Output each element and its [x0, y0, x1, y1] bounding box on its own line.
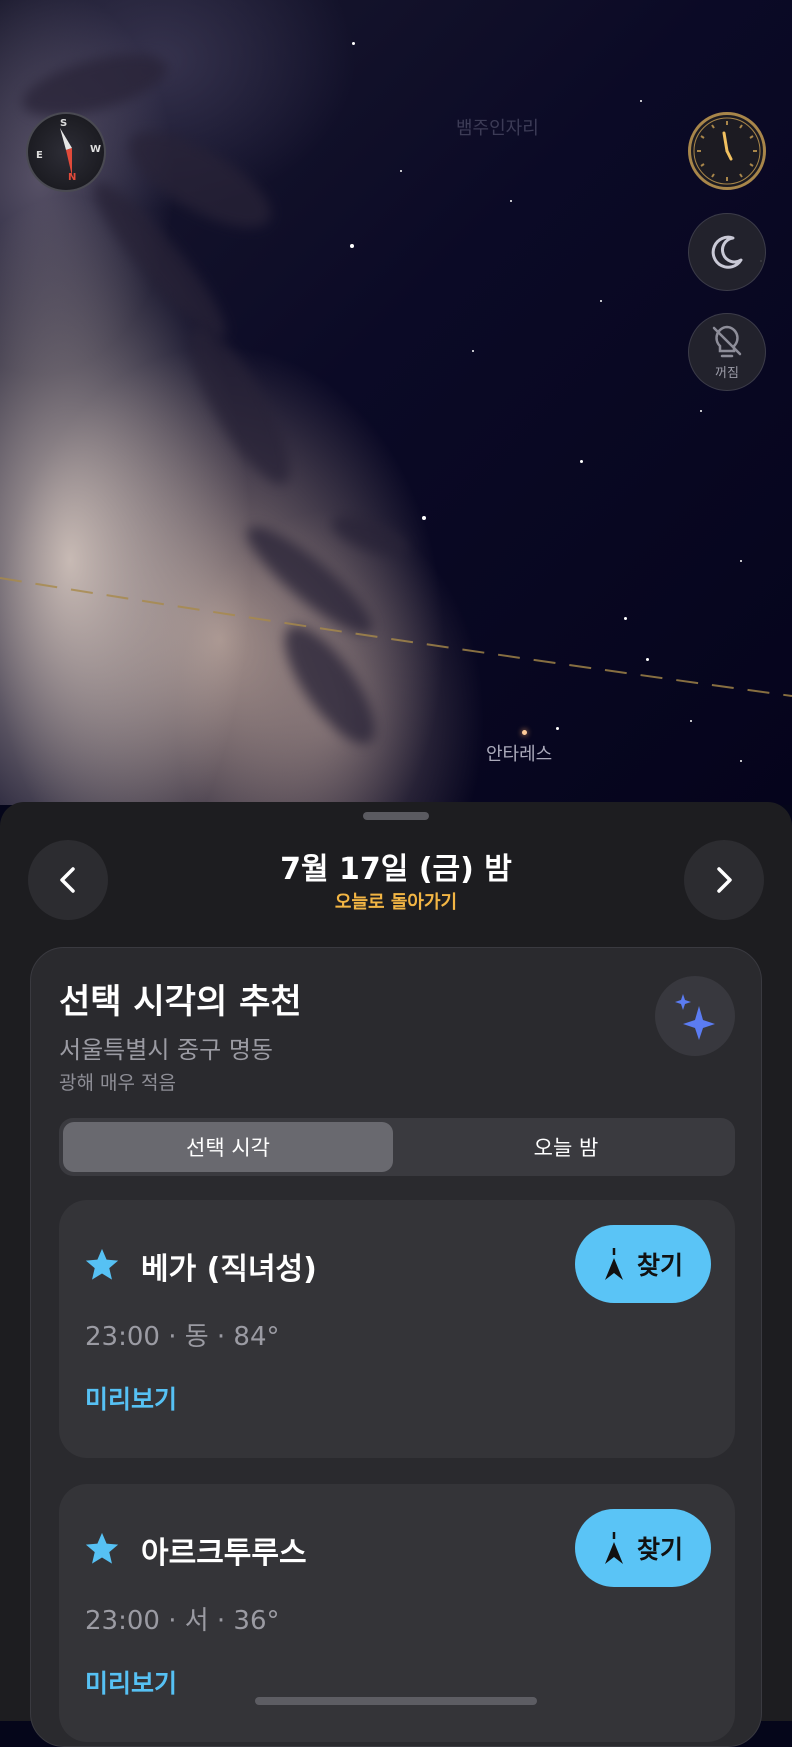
chevron-right-icon: [717, 867, 732, 893]
star-icon: [85, 1248, 119, 1280]
tab-selected-time[interactable]: 선택 시각: [63, 1122, 393, 1172]
star-label[interactable]: 안타레스: [486, 740, 552, 766]
home-indicator: [255, 1697, 537, 1705]
night-mode-button[interactable]: [688, 213, 766, 291]
star-name: 아르크투루스: [141, 1536, 307, 1571]
find-button[interactable]: 찾기: [575, 1509, 711, 1587]
locate-arrow-icon: [604, 1532, 623, 1564]
sparkle-icon: [675, 994, 715, 1040]
clock-icon: [693, 117, 761, 185]
moon-icon: [711, 235, 743, 269]
bottom-sheet: 7월 17일 (금) 밤 오늘로 돌아가기 선택 시각의 추천 서울특별시 중구…: [0, 802, 792, 1747]
find-button[interactable]: 찾기: [575, 1225, 711, 1303]
star-name: 베가 (직녀성): [141, 1252, 317, 1287]
recommendation-card: 선택 시각의 추천 서울특별시 중구 명동 광해 매우 적음 선택 시각 오늘 …: [30, 947, 762, 1747]
next-day-button[interactable]: [684, 840, 764, 920]
sheet-grabber[interactable]: [363, 812, 429, 820]
locate-arrow-icon: [604, 1248, 623, 1280]
light-toggle-button[interactable]: 꺼짐: [688, 313, 766, 391]
preview-link[interactable]: 미리보기: [85, 1664, 177, 1700]
light-toggle-label: 꺼짐: [715, 365, 739, 381]
recommendation-item[interactable]: 베가 (직녀성) 찾기 23:00 · 동 · 84° 미리보기: [59, 1200, 735, 1458]
star-info: 23:00 · 동 · 84°: [85, 1322, 280, 1352]
star-icon: [85, 1532, 119, 1564]
recommendation-title: 선택 시각의 추천: [59, 982, 302, 1022]
sky-view[interactable]: 뱀주인자리 안타레스 S W N E 꺼짐: [0, 0, 792, 805]
star-info: 23:00 · 서 · 36°: [85, 1606, 280, 1636]
light-pollution-text: 광해 매우 적음: [59, 1072, 176, 1094]
find-button-label: 찾기: [636, 1251, 683, 1280]
time-button[interactable]: [688, 112, 766, 190]
ai-recommend-button[interactable]: [655, 976, 735, 1056]
find-button-label: 찾기: [636, 1535, 683, 1564]
compass-needle-icon: [60, 128, 72, 176]
tab-tonight[interactable]: 오늘 밤: [401, 1122, 731, 1172]
preview-link[interactable]: 미리보기: [85, 1380, 177, 1416]
compass[interactable]: S W N E: [26, 112, 106, 192]
time-segmented-control: 선택 시각 오늘 밤: [59, 1118, 735, 1176]
ecliptic-line: [0, 577, 792, 697]
location-text: 서울특별시 중구 명동: [59, 1036, 273, 1064]
lightbulb-off-icon: [712, 325, 742, 357]
selected-date[interactable]: 7월 17일 (금) 밤: [0, 844, 792, 888]
constellation-label[interactable]: 뱀주인자리: [456, 114, 539, 140]
back-to-today-link[interactable]: 오늘로 돌아가기: [0, 888, 792, 914]
